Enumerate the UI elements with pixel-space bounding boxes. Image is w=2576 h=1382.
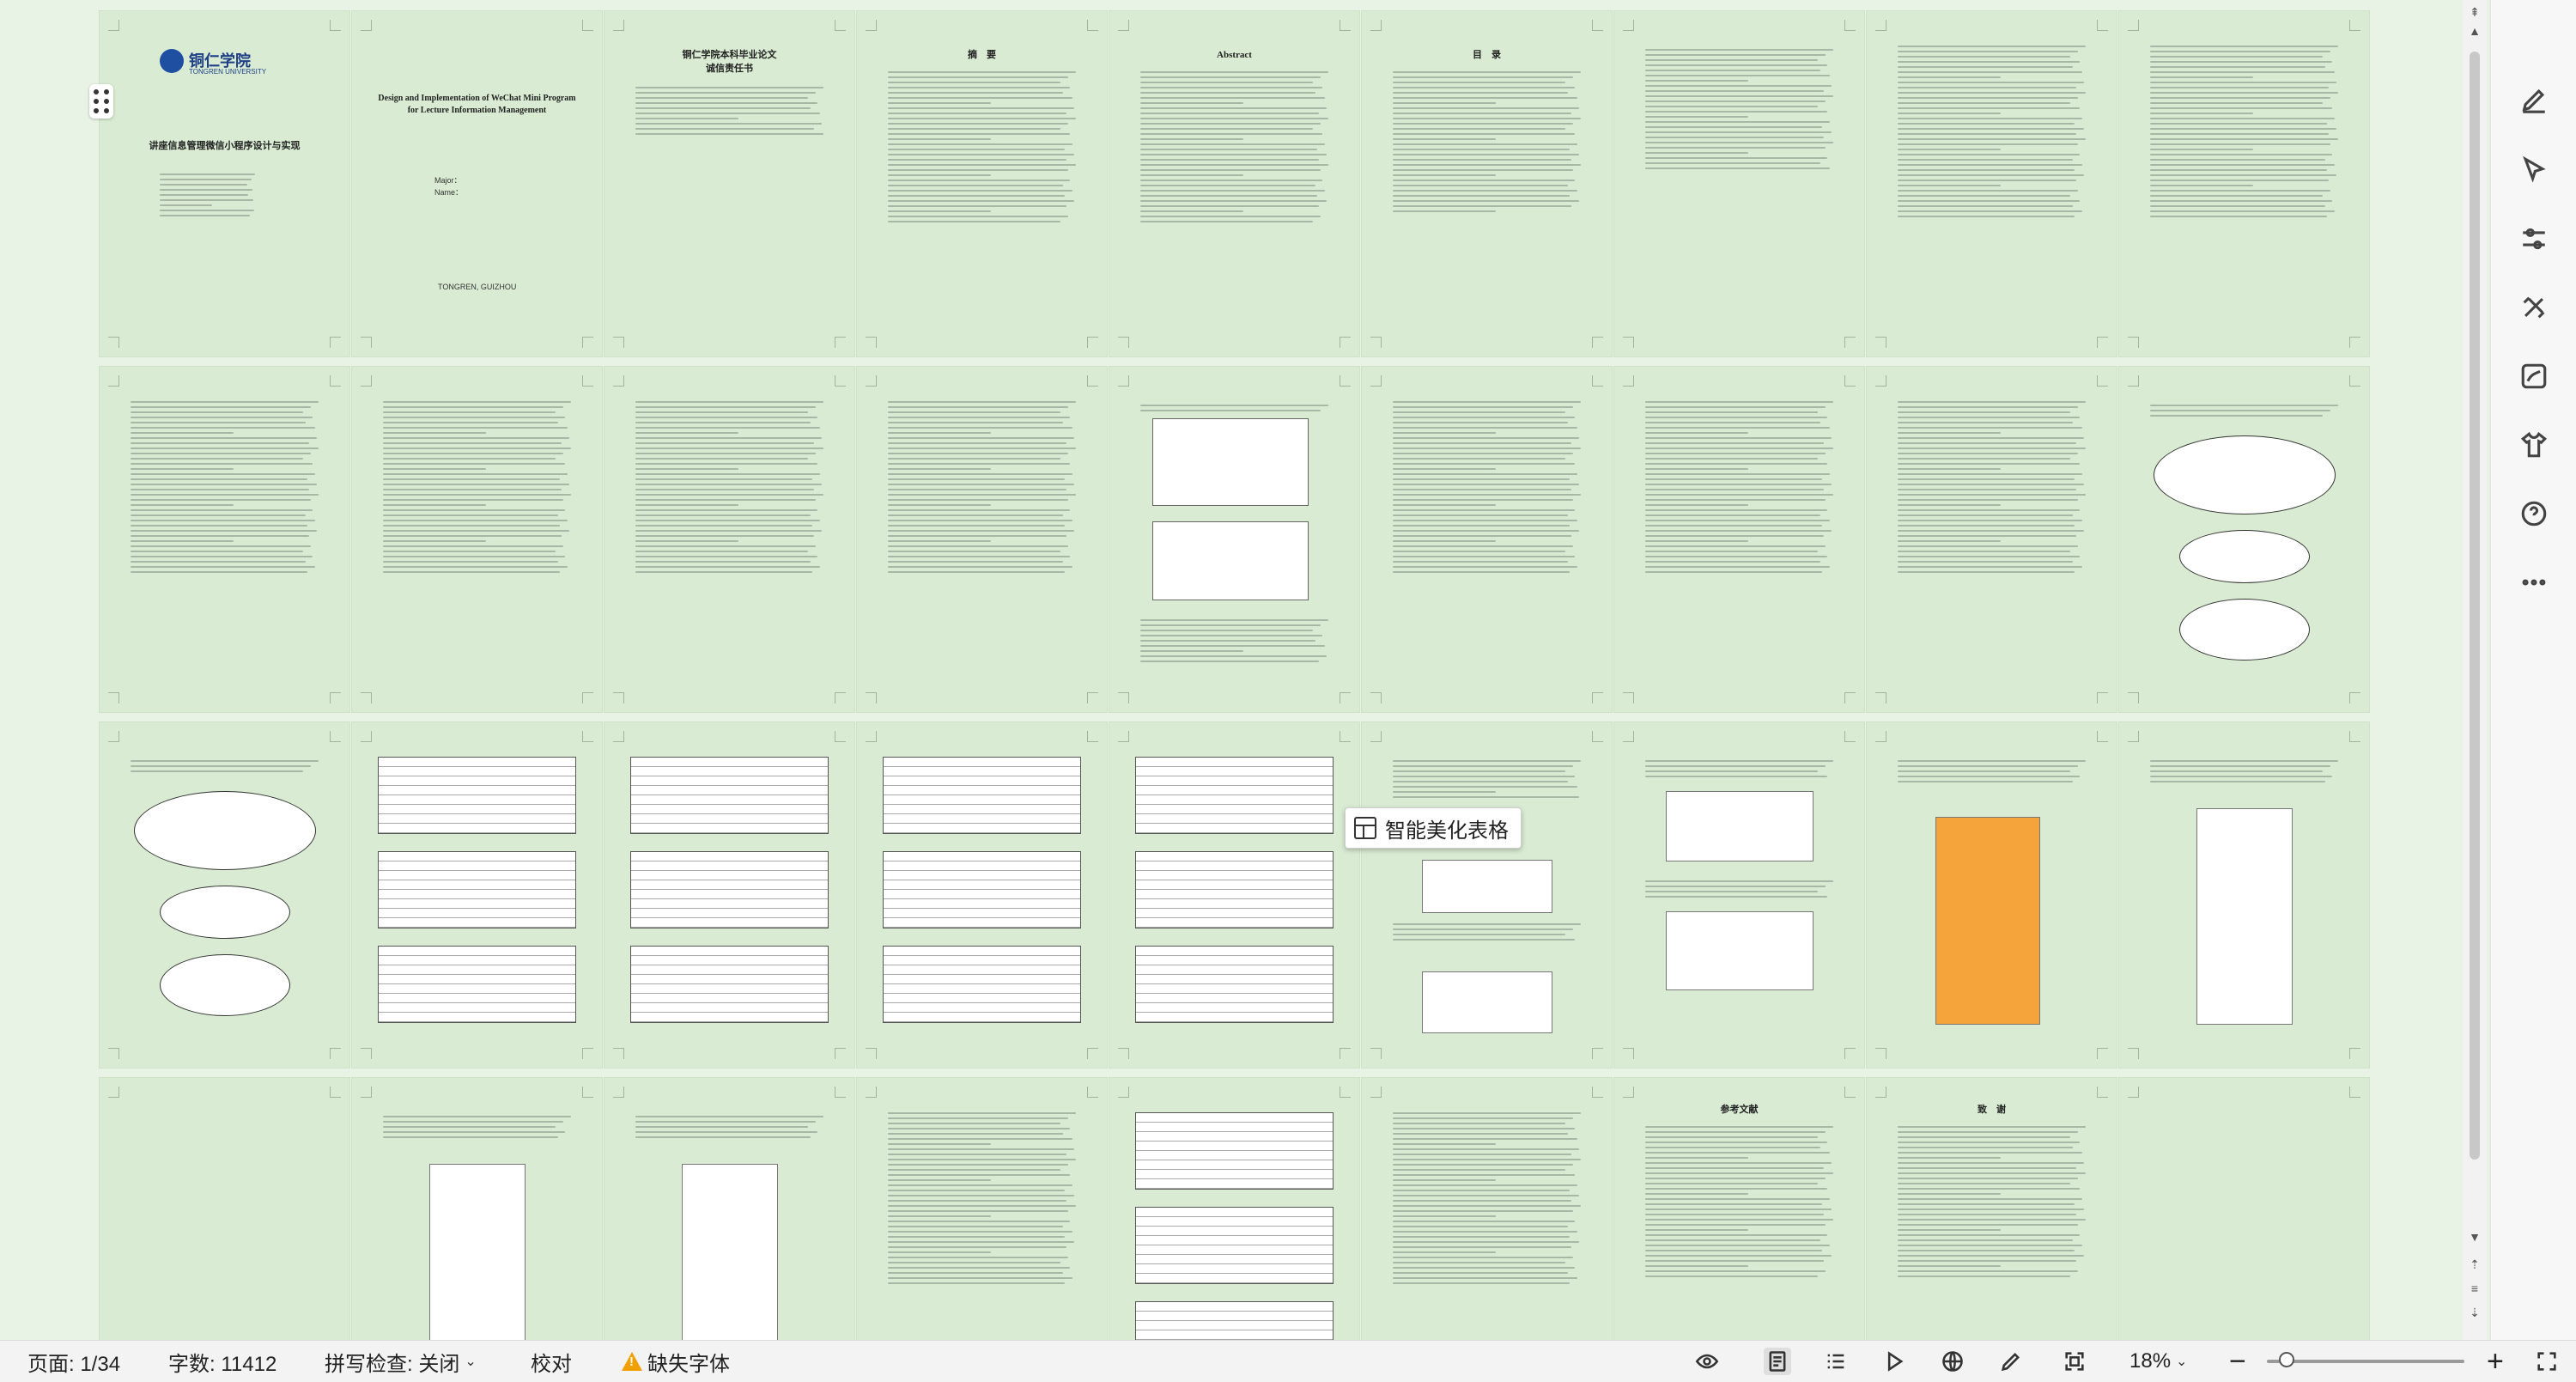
page-thumbnail[interactable] xyxy=(1361,721,1613,1068)
help-icon[interactable] xyxy=(2517,496,2551,531)
page-thumbnail[interactable] xyxy=(1866,721,2117,1068)
page-thumbnail[interactable] xyxy=(351,721,603,1068)
declaration-title: 铜仁学院本科毕业论文 xyxy=(682,50,777,60)
fit-icon[interactable] xyxy=(2061,1348,2088,1375)
page-thumbnail[interactable] xyxy=(351,1077,603,1340)
drag-handle-icon[interactable] xyxy=(89,84,113,119)
prev-page-icon[interactable]: ⇡ xyxy=(2466,1256,2483,1273)
page-thumbnail[interactable] xyxy=(604,1077,855,1340)
scrollbar-thumb[interactable] xyxy=(2470,52,2480,1160)
proofread-button[interactable]: 校对 xyxy=(531,1348,572,1376)
page-thumbnail[interactable] xyxy=(1866,366,2117,713)
page-thumbnail[interactable] xyxy=(99,1077,350,1340)
missing-fonts-button[interactable]: 缺失字体 xyxy=(622,1348,730,1376)
hand-draw-icon[interactable] xyxy=(2517,359,2551,393)
zoom-level: 18% xyxy=(2129,1349,2172,1373)
page-thumbnail[interactable] xyxy=(1361,366,1613,713)
vertical-scrollbar[interactable]: ⇞ ▲ ▼ ⇡ ≡ ⇣ xyxy=(2463,0,2487,1340)
section-title: Abstract xyxy=(1217,50,1252,60)
university-seal-icon xyxy=(160,49,184,73)
section-title: 目 录 xyxy=(1473,50,1501,60)
page-thumbnail[interactable]: 铜仁学院本科毕业论文 诚信责任书 xyxy=(604,10,855,357)
select-arrow-icon[interactable] xyxy=(2517,153,2551,187)
right-toolbar xyxy=(2490,0,2576,1340)
page-thumbnail[interactable] xyxy=(1361,1077,1613,1340)
chevron-down-icon: ⌄ xyxy=(465,1355,477,1369)
smart-beautify-table-label: 智能美化表格 xyxy=(1385,819,1509,843)
sliders-icon[interactable] xyxy=(2517,222,2551,256)
zoom-out-button[interactable]: − xyxy=(2229,1345,2246,1378)
play-icon[interactable] xyxy=(1880,1348,1908,1375)
zoom-in-button[interactable]: + xyxy=(2487,1345,2504,1378)
page-thumbnail-grid: 铜仁学院 TONGREN UNIVERSITY 讲座信息管理微信小程序设计与实现 De… xyxy=(99,10,2370,1340)
outline-view-icon[interactable] xyxy=(1822,1348,1850,1375)
next-page-icon[interactable]: ⇣ xyxy=(2466,1304,2483,1321)
page-thumbnail[interactable]: 目 录 xyxy=(1361,10,1613,357)
page-thumbnail[interactable]: 摘 要 xyxy=(856,10,1108,357)
document-canvas[interactable]: 铜仁学院 TONGREN UNIVERSITY 讲座信息管理微信小程序设计与实现 De… xyxy=(0,0,2459,1340)
fullscreen-icon[interactable] xyxy=(2533,1348,2561,1375)
major-label: Major： xyxy=(434,176,462,185)
cover-title: 讲座信息管理微信小程序设计与实现 xyxy=(149,141,301,151)
name-label: Name： xyxy=(434,188,464,197)
smart-beautify-table-button[interactable]: 智能美化表格 xyxy=(1345,807,1522,849)
page-thumbnail[interactable] xyxy=(2118,366,2370,713)
chevron-down-icon: ⌄ xyxy=(2176,1355,2188,1369)
eye-icon[interactable] xyxy=(1693,1348,1721,1375)
university-logo: 铜仁学院 TONGREN UNIVERSITY xyxy=(160,46,289,80)
missing-fonts-label: 缺失字体 xyxy=(647,1352,730,1376)
scroll-up-icon[interactable]: ▲ xyxy=(2466,22,2483,40)
word-count[interactable]: 字数: 11412 xyxy=(168,1348,276,1376)
page-thumbnail[interactable] xyxy=(856,366,1108,713)
page-thumbnail[interactable]: Design and Implementation of WeChat Mini… xyxy=(351,10,603,357)
english-title: Design and Implementation of WeChat Mini… xyxy=(378,94,576,115)
zoom-slider-knob[interactable] xyxy=(2279,1352,2294,1367)
section-title: 摘 要 xyxy=(968,50,996,60)
section-title: 致 谢 xyxy=(1978,1105,2006,1115)
status-bar: 页面: 1/34 字数: 11412 拼写检查: 关闭 ⌄ 校对 缺失字体 18… xyxy=(0,1340,2576,1382)
page-thumbnail[interactable] xyxy=(604,366,855,713)
fit-page-icon[interactable]: ≡ xyxy=(2466,1280,2483,1297)
declaration-subtitle: 诚信责任书 xyxy=(706,64,753,74)
web-icon[interactable] xyxy=(1939,1348,1966,1375)
page-thumbnail[interactable] xyxy=(1109,721,1360,1068)
shirt-icon[interactable] xyxy=(2517,428,2551,462)
page-thumbnail[interactable] xyxy=(1109,366,1360,713)
page-thumbnail[interactable] xyxy=(351,366,603,713)
page-thumbnail[interactable]: Abstract xyxy=(1109,10,1360,357)
page-thumbnail[interactable] xyxy=(604,721,855,1068)
page-thumbnail[interactable] xyxy=(856,721,1108,1068)
page-thumbnail[interactable] xyxy=(1613,721,1865,1068)
page-thumbnail[interactable] xyxy=(1613,366,1865,713)
page-view-icon[interactable] xyxy=(1764,1348,1791,1375)
page-thumbnail[interactable] xyxy=(99,366,350,713)
page-thumbnail[interactable]: 致 谢 xyxy=(1866,1077,2117,1340)
page-thumbnail[interactable] xyxy=(1109,1077,1360,1340)
spellcheck-toggle[interactable]: 拼写检查: 关闭 ⌄ xyxy=(325,1348,477,1376)
page-thumbnail[interactable] xyxy=(99,721,350,1068)
annotate-pen-icon[interactable] xyxy=(1997,1348,2025,1375)
warning-icon xyxy=(622,1352,642,1371)
table-icon xyxy=(1354,817,1376,839)
zoom-slider[interactable] xyxy=(2267,1352,2464,1367)
spellcheck-label: 拼写检查: 关闭 xyxy=(325,1352,460,1376)
page-indicator[interactable]: 页面: 1/34 xyxy=(27,1348,120,1376)
page-thumbnail[interactable]: 参考文献 xyxy=(1613,1077,1865,1340)
page-thumbnail[interactable] xyxy=(1613,10,1865,357)
section-title: 参考文献 xyxy=(1720,1105,1759,1115)
english-place: TONGREN, GUIZHOU xyxy=(438,283,517,291)
tools-icon[interactable] xyxy=(2517,290,2551,325)
scroll-down-icon[interactable]: ▼ xyxy=(2466,1228,2483,1245)
page-thumbnail[interactable]: 铜仁学院 TONGREN UNIVERSITY 讲座信息管理微信小程序设计与实现 xyxy=(99,10,350,357)
page-thumbnail[interactable] xyxy=(2118,721,2370,1068)
page-thumbnail[interactable] xyxy=(856,1077,1108,1340)
page-thumbnail[interactable] xyxy=(2118,10,2370,357)
scroll-top-icon[interactable]: ⇞ xyxy=(2466,3,2483,21)
zoom-select[interactable]: 18% ⌄ xyxy=(2129,1348,2187,1375)
pen-icon[interactable] xyxy=(2517,82,2551,117)
page-thumbnail[interactable] xyxy=(2118,1077,2370,1340)
more-icon[interactable] xyxy=(2517,565,2551,600)
university-name-en: TONGREN UNIVERSITY xyxy=(189,68,267,76)
page-thumbnail[interactable] xyxy=(1866,10,2117,357)
